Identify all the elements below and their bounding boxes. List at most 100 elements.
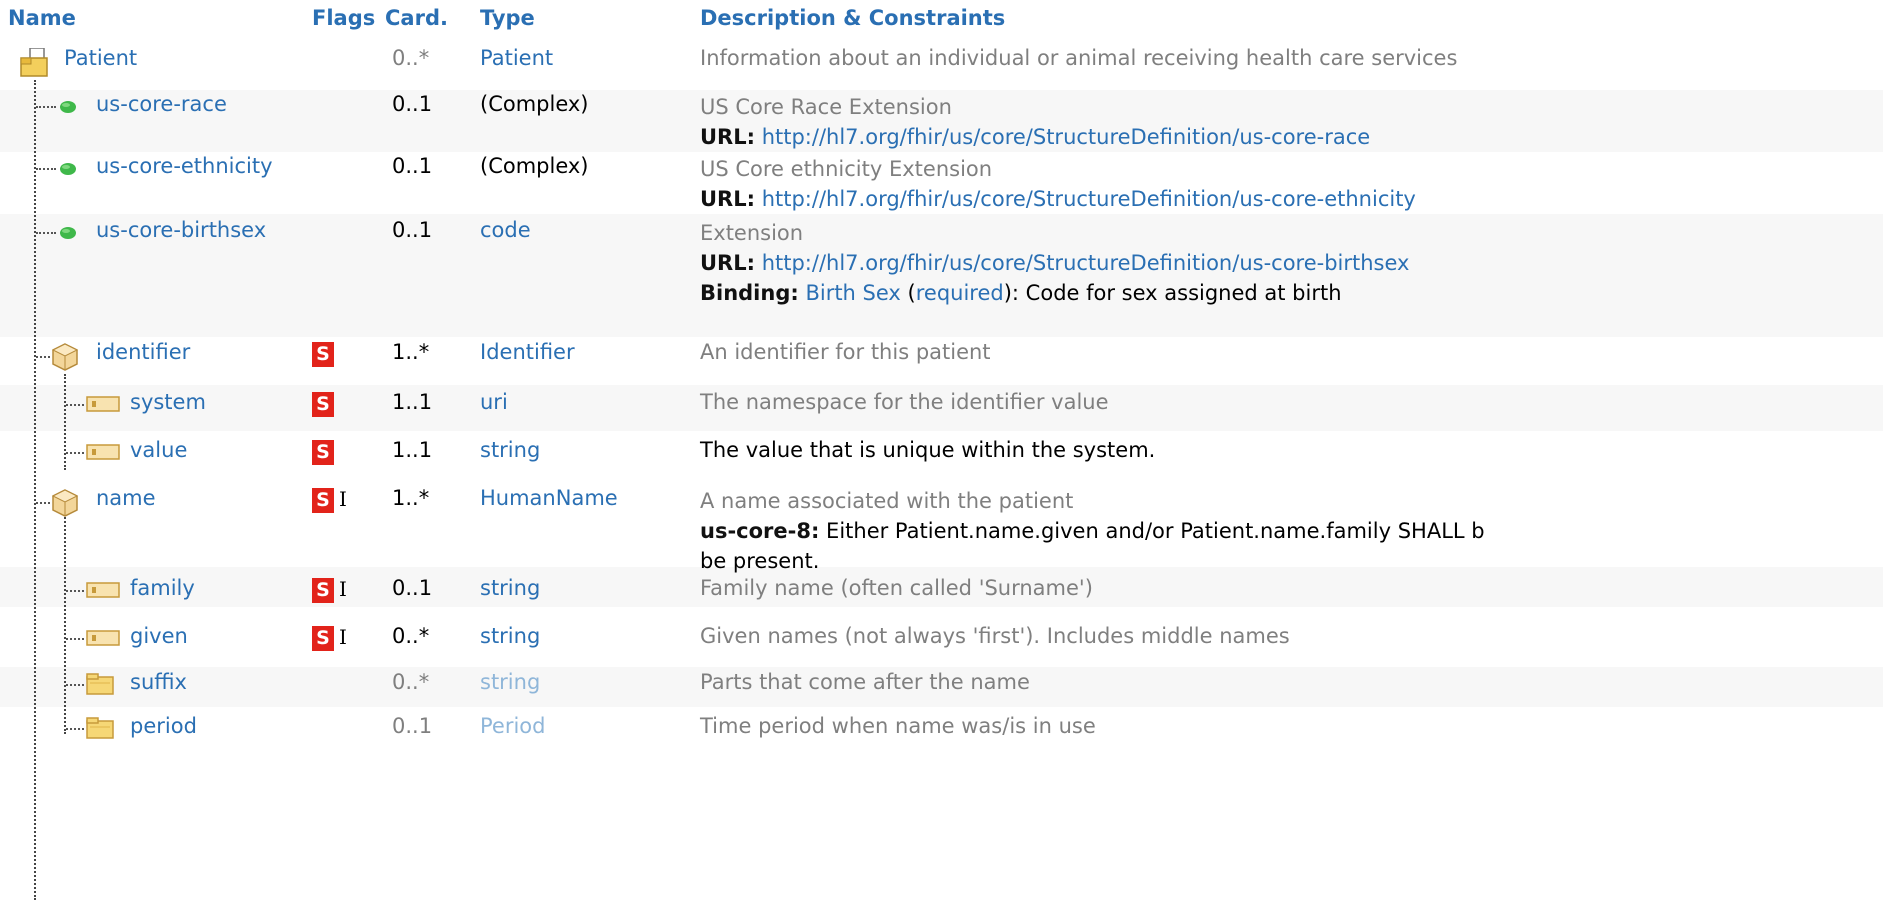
description: An identifier for this patient bbox=[700, 340, 991, 364]
table-row: us-core-race 0..1 (Complex) US Core Race… bbox=[0, 92, 1883, 154]
folder-icon bbox=[86, 673, 114, 695]
description: Information about an individual or anima… bbox=[700, 46, 1458, 70]
tree-connector bbox=[36, 106, 56, 108]
type-link[interactable]: HumanName bbox=[480, 486, 618, 510]
table-row: us-core-ethnicity 0..1 (Complex) US Core… bbox=[0, 154, 1883, 216]
type-link[interactable]: uri bbox=[480, 390, 508, 414]
tree-connector bbox=[66, 452, 84, 454]
table-row: family SI 0..1 string Family name (often… bbox=[0, 576, 1883, 616]
tree-connector bbox=[66, 638, 84, 640]
tree-connector bbox=[66, 404, 84, 406]
type-link[interactable]: code bbox=[480, 218, 531, 242]
type-label: (Complex) bbox=[480, 154, 589, 178]
type-link[interactable]: Patient bbox=[480, 46, 553, 70]
header-description: Description & Constraints bbox=[700, 6, 1006, 30]
table-row: suffix 0..* string Parts that come after… bbox=[0, 670, 1883, 710]
primitive-element-icon bbox=[86, 396, 120, 412]
description: Family name (often called 'Surname') bbox=[700, 576, 1093, 600]
invariant-flag: I bbox=[339, 625, 347, 649]
datatype-cube-icon bbox=[51, 489, 79, 517]
type-link[interactable]: string bbox=[480, 438, 540, 462]
type-link[interactable]: Identifier bbox=[480, 340, 575, 364]
element-name-link[interactable]: identifier bbox=[96, 340, 190, 364]
table-row: given SI 0..* string Given names (not al… bbox=[0, 624, 1883, 664]
cardinality: 0..1 bbox=[392, 92, 433, 116]
primitive-element-icon bbox=[86, 582, 120, 598]
tree-connector bbox=[36, 232, 56, 234]
description: US Core ethnicity Extension bbox=[700, 157, 993, 181]
datatype-cube-icon bbox=[51, 343, 79, 371]
description: Time period when name was/is in use bbox=[700, 714, 1096, 738]
tree-connector bbox=[36, 168, 56, 170]
cardinality: 0..* bbox=[392, 670, 430, 694]
binding-strength-link[interactable]: required bbox=[916, 281, 1004, 305]
primitive-element-icon bbox=[86, 444, 120, 460]
extension-icon bbox=[60, 163, 76, 175]
invariant-flag: I bbox=[339, 487, 347, 511]
tree-connector bbox=[36, 356, 50, 358]
type-link[interactable]: string bbox=[480, 624, 540, 648]
structure-definition-table: Name Flags Card. Type Description & Cons… bbox=[0, 0, 1883, 900]
type-link[interactable]: string bbox=[480, 670, 540, 694]
tree-connector bbox=[66, 590, 84, 592]
constraint-key: us-core-8: bbox=[700, 519, 820, 543]
table-row: identifier S 1..* Identifier An identifi… bbox=[0, 340, 1883, 380]
table-row: name SI 1..* HumanName A name associated… bbox=[0, 486, 1883, 573]
header-flags: Flags bbox=[312, 6, 376, 30]
extension-icon bbox=[60, 227, 76, 239]
constraint-text-cont: be present. bbox=[700, 549, 820, 573]
cardinality: 0..* bbox=[392, 624, 430, 648]
binding-valueset-link[interactable]: Birth Sex bbox=[805, 281, 900, 305]
table-row: value S 1..1 string The value that is un… bbox=[0, 438, 1883, 478]
cardinality: 1..1 bbox=[392, 438, 433, 462]
must-support-flag: S bbox=[312, 392, 334, 417]
cardinality: 1..* bbox=[392, 340, 430, 364]
cardinality: 0..1 bbox=[392, 218, 433, 242]
description: Parts that come after the name bbox=[700, 670, 1030, 694]
cardinality: 0..1 bbox=[392, 576, 433, 600]
binding-description: ): Code for sex assigned at birth bbox=[1003, 281, 1342, 305]
cardinality: 1..1 bbox=[392, 390, 433, 414]
binding-label: Binding: bbox=[700, 281, 799, 305]
element-name-link[interactable]: family bbox=[130, 576, 195, 600]
element-name-link[interactable]: name bbox=[96, 486, 156, 510]
description: Extension bbox=[700, 221, 804, 245]
constraint-text: Either Patient.name.given and/or Patient… bbox=[819, 519, 1485, 543]
description: The value that is unique within the syst… bbox=[700, 438, 1156, 462]
table-row: period 0..1 Period Time period when name… bbox=[0, 714, 1883, 754]
must-support-flag: S bbox=[312, 578, 334, 603]
cardinality: 0..* bbox=[392, 46, 430, 70]
url-label: URL: bbox=[700, 187, 756, 211]
element-name-link[interactable]: system bbox=[130, 390, 206, 414]
element-name-link[interactable]: us-core-ethnicity bbox=[96, 154, 273, 178]
primitive-element-icon bbox=[86, 630, 120, 646]
url-link[interactable]: http://hl7.org/fhir/us/core/StructureDef… bbox=[762, 251, 1410, 275]
url-link[interactable]: http://hl7.org/fhir/us/core/StructureDef… bbox=[762, 125, 1370, 149]
invariant-flag: I bbox=[339, 577, 347, 601]
element-name-link[interactable]: suffix bbox=[130, 670, 187, 694]
resource-folder-icon bbox=[20, 48, 48, 77]
description: Given names (not always 'first'). Includ… bbox=[700, 624, 1290, 648]
type-link[interactable]: Period bbox=[480, 714, 545, 738]
element-name-link[interactable]: value bbox=[130, 438, 187, 462]
element-name-link[interactable]: period bbox=[130, 714, 197, 738]
element-name-link[interactable]: Patient bbox=[64, 46, 137, 70]
element-name-link[interactable]: us-core-race bbox=[96, 92, 227, 116]
description: A name associated with the patient bbox=[700, 489, 1074, 513]
url-label: URL: bbox=[700, 125, 756, 149]
table-row: system S 1..1 uri The namespace for the … bbox=[0, 390, 1883, 430]
must-support-flag: S bbox=[312, 488, 334, 513]
cardinality: 0..1 bbox=[392, 154, 433, 178]
tree-connector bbox=[66, 728, 84, 730]
must-support-flag: S bbox=[312, 342, 334, 367]
table-row: Patient 0..* Patient Information about a… bbox=[0, 46, 1883, 82]
header-card: Card. bbox=[385, 6, 448, 30]
header-name: Name bbox=[8, 6, 76, 30]
element-name-link[interactable]: us-core-birthsex bbox=[96, 218, 266, 242]
element-name-link[interactable]: given bbox=[130, 624, 188, 648]
extension-icon bbox=[60, 101, 76, 113]
tree-connector bbox=[66, 684, 84, 686]
url-link[interactable]: http://hl7.org/fhir/us/core/StructureDef… bbox=[762, 187, 1416, 211]
header-row: Name Flags Card. Type Description & Cons… bbox=[0, 6, 1883, 36]
type-link[interactable]: string bbox=[480, 576, 540, 600]
